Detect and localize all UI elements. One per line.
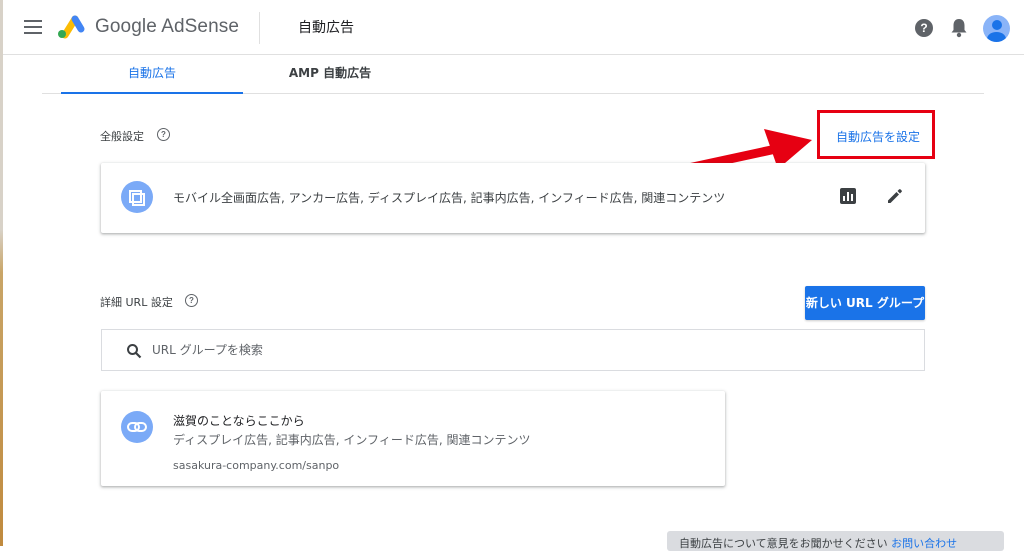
general-settings-help-icon[interactable]: ?	[157, 128, 170, 141]
search-icon	[127, 344, 142, 359]
general-settings-label: 全般設定	[100, 130, 144, 143]
bar-chart-icon[interactable]	[840, 188, 856, 204]
url-group-search	[101, 329, 925, 371]
url-group-card[interactable]: 滋賀のことならここから ディスプレイ広告, 記事内広告, インフィード広告, 関…	[101, 391, 725, 486]
help-icon[interactable]: ?	[915, 19, 933, 37]
feedback-snackbar: 自動広告について意見をお聞かせください お問い合わせ	[667, 531, 1004, 551]
url-group-ad-formats: ディスプレイ広告, 記事内広告, インフィード広告, 関連コンテンツ	[173, 433, 531, 447]
page-title: 自動広告	[298, 20, 354, 36]
tab-auto-ads[interactable]: 自動広告	[61, 54, 243, 94]
url-group-url: sasakura-company.com/sanpo	[173, 459, 340, 472]
app-name: Google AdSense	[95, 16, 240, 37]
bell-icon[interactable]	[949, 17, 969, 39]
feedback-link[interactable]: お問い合わせ	[891, 537, 957, 550]
url-group-title: 滋賀のことならここから	[173, 414, 305, 428]
search-input[interactable]	[152, 330, 852, 370]
url-settings-label: 詳細 URL 設定	[100, 296, 173, 309]
pencil-edit-icon[interactable]	[886, 187, 904, 205]
annotation-highlight-box	[817, 110, 935, 159]
link-icon	[121, 411, 153, 443]
menu-icon[interactable]	[24, 20, 42, 34]
avatar[interactable]	[983, 15, 1010, 42]
general-ad-formats: モバイル全画面広告, アンカー広告, ディスプレイ広告, 記事内広告, インフィ…	[173, 191, 726, 205]
header-divider	[259, 12, 260, 44]
mobile-screens-icon	[121, 181, 153, 213]
general-settings-card: モバイル全画面広告, アンカー広告, ディスプレイ広告, 記事内広告, インフィ…	[101, 163, 925, 233]
url-settings-help-icon[interactable]: ?	[185, 294, 198, 307]
tab-amp-auto-ads[interactable]: AMP 自動広告	[275, 54, 385, 93]
tab-bar: 自動広告 AMP 自動広告	[42, 54, 984, 94]
window-edge	[0, 0, 3, 546]
top-app-bar: Google AdSense 自動広告 ?	[3, 0, 1024, 55]
new-url-group-button[interactable]: 新しい URL グループ	[805, 286, 925, 320]
feedback-text: 自動広告について意見をお聞かせください	[679, 537, 888, 550]
adsense-logo-icon	[58, 15, 85, 39]
